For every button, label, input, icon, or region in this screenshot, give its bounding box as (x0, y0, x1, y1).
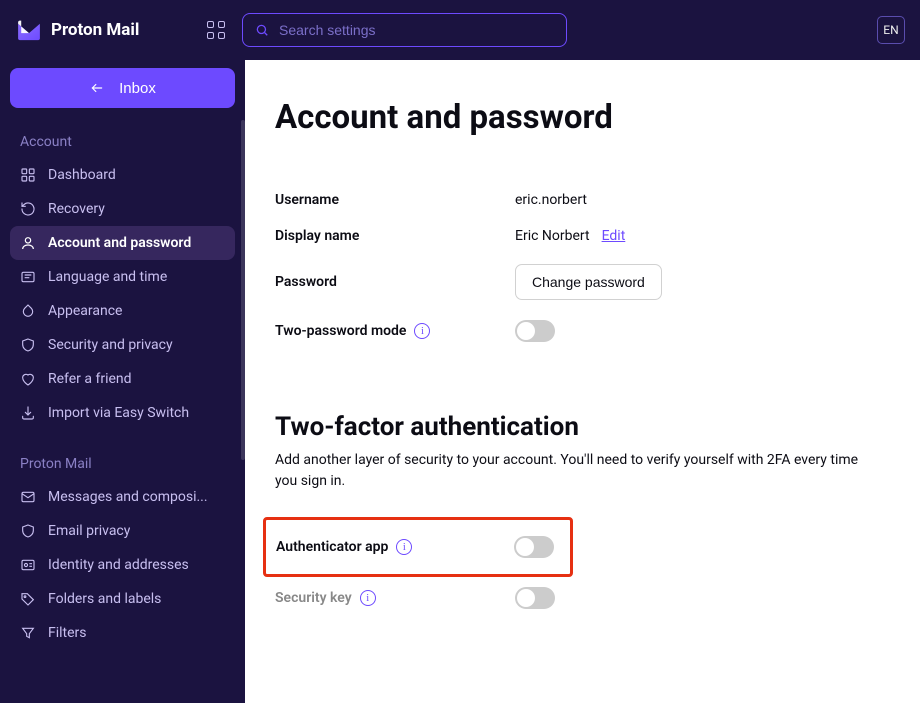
sidebar-item-dashboard[interactable]: Dashboard (10, 158, 235, 192)
sidebar-item-messages[interactable]: Messages and composi... (10, 480, 235, 514)
heart-icon (20, 371, 36, 387)
display-name-label: Display name (275, 228, 515, 244)
inbox-button-label: Inbox (119, 80, 156, 97)
search-icon (255, 23, 269, 37)
username-label: Username (275, 192, 515, 208)
tfa-description: Add another layer of security to your ac… (275, 450, 875, 492)
shield-icon (20, 523, 36, 539)
authenticator-row: Authenticator app i (276, 536, 560, 558)
sidebar-item-folders[interactable]: Folders and labels (10, 582, 235, 616)
user-icon (20, 235, 36, 251)
identity-icon (20, 557, 36, 573)
sidebar-item-label: Import via Easy Switch (48, 405, 189, 421)
tfa-title: Two-factor authentication (275, 412, 920, 442)
edit-display-name-link[interactable]: Edit (602, 228, 626, 244)
sidebar-item-security[interactable]: Security and privacy (10, 328, 235, 362)
sidebar-item-refer[interactable]: Refer a friend (10, 362, 235, 396)
language-button[interactable]: EN (877, 16, 905, 44)
sidebar-item-label: Recovery (48, 201, 105, 217)
sidebar-item-label: Appearance (48, 303, 122, 319)
sidebar: Inbox Account Dashboard Recovery Account… (0, 60, 245, 703)
sidebar-item-label: Language and time (48, 269, 167, 285)
sidebar-item-label: Refer a friend (48, 371, 132, 387)
security-key-label: Security key (275, 590, 352, 606)
sidebar-item-import[interactable]: Import via Easy Switch (10, 396, 235, 430)
sidebar-item-label: Folders and labels (48, 591, 161, 607)
sidebar-item-appearance[interactable]: Appearance (10, 294, 235, 328)
dashboard-icon (20, 167, 36, 183)
filter-icon (20, 625, 36, 641)
sidebar-item-identity[interactable]: Identity and addresses (10, 548, 235, 582)
info-icon[interactable]: i (414, 323, 430, 339)
security-key-row: Security key i (275, 587, 920, 609)
appearance-icon (20, 303, 36, 319)
messages-icon (20, 489, 36, 505)
sidebar-item-label: Security and privacy (48, 337, 173, 353)
language-icon (20, 269, 36, 285)
logo-text: Proton Mail (51, 20, 139, 40)
authenticator-label: Authenticator app (276, 539, 388, 555)
username-row: Username eric.norbert (275, 192, 920, 208)
arrow-left-icon (89, 81, 105, 95)
sidebar-section-protonmail: Proton Mail (10, 448, 235, 480)
password-row: Password Change password (275, 264, 920, 300)
proton-mail-icon (15, 16, 43, 44)
page-title: Account and password (275, 98, 920, 137)
inbox-button[interactable]: Inbox (10, 68, 235, 108)
recovery-icon (20, 201, 36, 217)
sidebar-item-label: Email privacy (48, 523, 130, 539)
search-field[interactable] (242, 13, 567, 47)
info-icon[interactable]: i (396, 539, 412, 555)
sidebar-item-label: Account and password (48, 235, 191, 251)
search-input[interactable] (279, 22, 554, 38)
username-value: eric.norbert (515, 192, 587, 208)
display-name-row: Display name Eric Norbert Edit (275, 228, 920, 244)
authenticator-highlight: Authenticator app i (263, 517, 573, 577)
shield-icon (20, 337, 36, 353)
change-password-button[interactable]: Change password (515, 264, 662, 300)
two-password-toggle[interactable] (515, 320, 555, 342)
info-icon[interactable]: i (360, 590, 376, 606)
sidebar-item-email-privacy[interactable]: Email privacy (10, 514, 235, 548)
sidebar-item-label: Dashboard (48, 167, 116, 183)
sidebar-item-label: Identity and addresses (48, 557, 189, 573)
logo[interactable]: Proton Mail (15, 16, 190, 44)
apps-grid-icon[interactable] (205, 19, 227, 41)
scrollbar[interactable] (241, 120, 245, 460)
sidebar-item-recovery[interactable]: Recovery (10, 192, 235, 226)
authenticator-toggle[interactable] (514, 536, 554, 558)
sidebar-item-filters[interactable]: Filters (10, 616, 235, 650)
display-name-value: Eric Norbert (515, 228, 590, 244)
sidebar-section-account: Account (10, 126, 235, 158)
security-key-toggle[interactable] (515, 587, 555, 609)
sidebar-item-language-time[interactable]: Language and time (10, 260, 235, 294)
two-password-label: Two-password mode (275, 323, 406, 339)
sidebar-item-account-password[interactable]: Account and password (10, 226, 235, 260)
sidebar-item-label: Messages and composi... (48, 489, 208, 505)
two-password-row: Two-password mode i (275, 320, 920, 342)
tag-icon (20, 591, 36, 607)
sidebar-item-label: Filters (48, 625, 87, 641)
import-icon (20, 405, 36, 421)
password-label: Password (275, 274, 515, 290)
main-content: Account and password Username eric.norbe… (245, 60, 920, 703)
